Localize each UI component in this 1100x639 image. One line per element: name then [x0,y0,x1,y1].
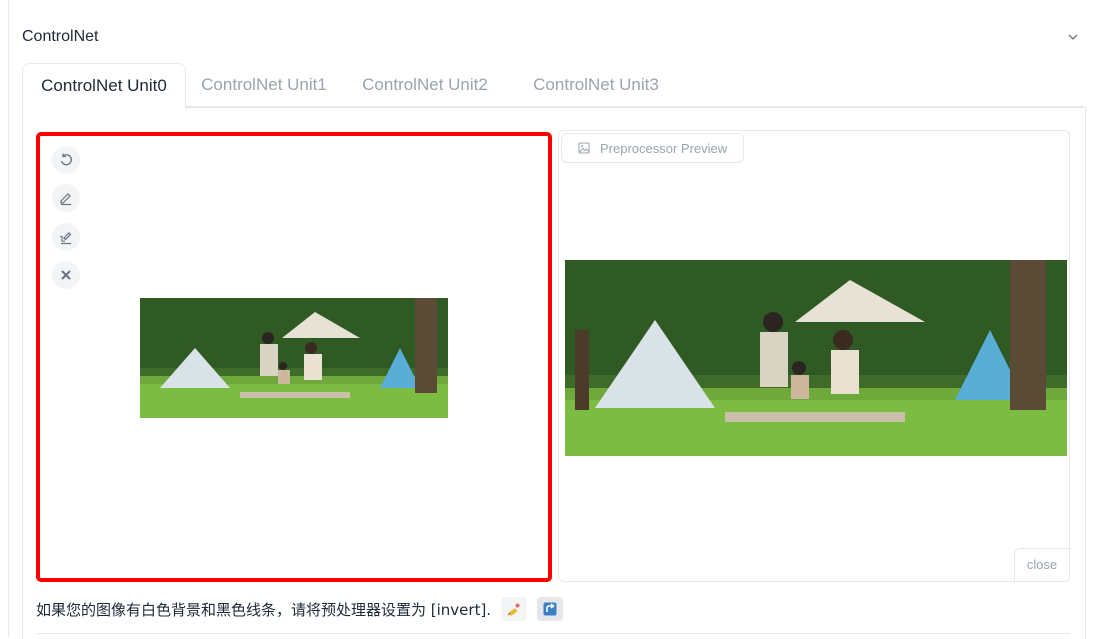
tab-controlnet-unit2[interactable]: ControlNet Unit2 [352,63,498,107]
preview-label: Preprocessor Preview [561,133,745,163]
brush-icon [60,193,71,206]
preview-label-text: Preprocessor Preview [600,140,728,156]
edit-button[interactable] [501,597,528,621]
invert-hint-row: 如果您的图像有白色背景和黑色线条，请将预处理器设置为 [invert]. [36,596,564,622]
image-input-editor[interactable] [36,132,552,582]
tab-controlnet-unit3[interactable]: ControlNet Unit3 [522,63,670,107]
send-icon [543,602,557,616]
left-divider [8,0,9,638]
accordion-title: ControlNet [22,28,99,45]
bottom-divider [36,633,1070,634]
controlnet-accordion-header[interactable]: ControlNet [22,26,1082,50]
brush-button[interactable] [52,184,80,212]
remove-icon [61,270,71,280]
tab-controlnet-unit0[interactable]: ControlNet Unit0 [22,63,186,109]
input-image [140,298,448,418]
tab-controlnet-unit1[interactable]: ControlNet Unit1 [192,63,336,107]
chevron-down-icon[interactable] [1066,30,1080,44]
image-icon [578,142,590,154]
edit-icon [507,603,521,616]
clear-brush-button[interactable] [52,223,80,251]
undo-icon [60,153,72,166]
preprocessor-preview-panel: Preprocessor Preview close [558,130,1070,582]
preview-image [565,260,1067,456]
unit-tabs: ControlNet Unit0 ControlNet Unit1 Contro… [22,63,1084,109]
invert-hint-text: 如果您的图像有白色背景和黑色线条，请将预处理器设置为 [invert]. [36,600,492,619]
undo-button[interactable] [52,146,80,174]
remove-image-button[interactable] [52,261,80,289]
close-button[interactable]: close [1014,548,1069,581]
clear-brush-icon [59,232,72,245]
send-button[interactable] [537,597,564,621]
